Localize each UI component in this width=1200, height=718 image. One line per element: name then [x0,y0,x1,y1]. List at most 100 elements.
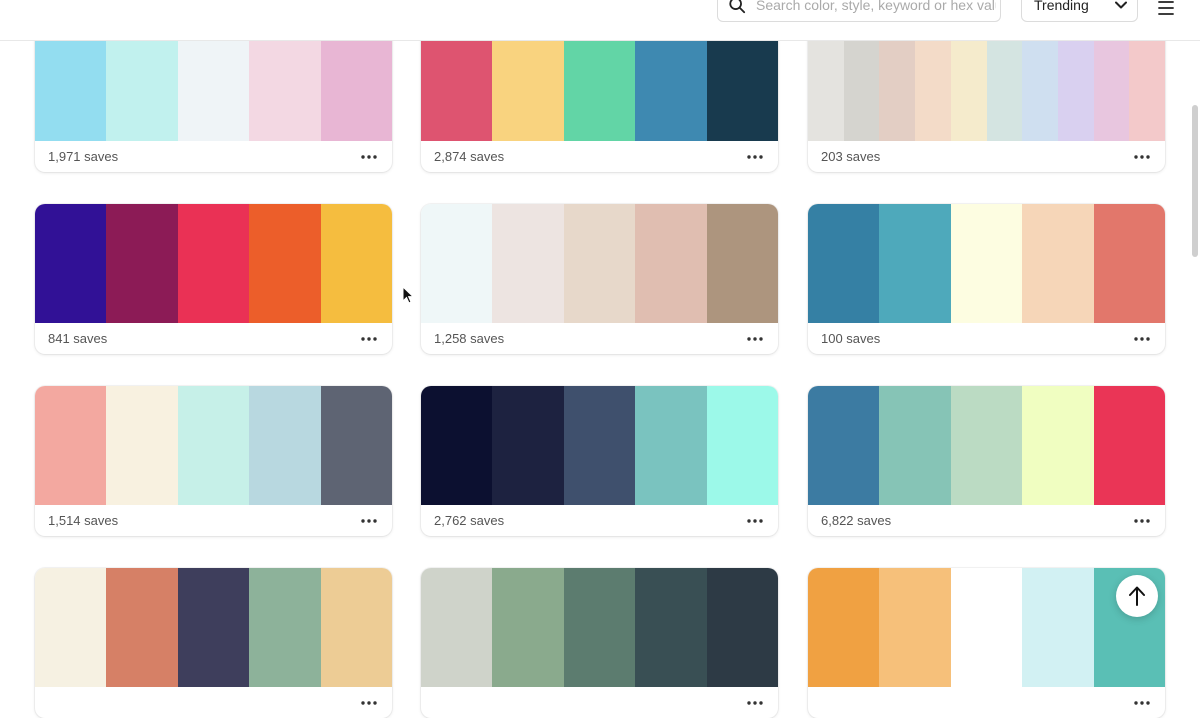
color-swatch[interactable] [950,204,1023,323]
color-swatch[interactable] [492,568,564,687]
more-options-icon[interactable] [359,334,379,344]
color-swatch[interactable] [421,568,493,687]
color-swatch[interactable] [563,568,636,687]
color-swatch[interactable] [808,386,880,505]
saves-count: 2,874 saves [434,149,505,164]
more-options-icon[interactable] [1132,516,1152,526]
color-swatch[interactable] [1022,204,1094,323]
scrollbar-thumb[interactable] [1192,105,1198,257]
color-swatch[interactable] [177,204,250,323]
color-swatch[interactable] [563,204,636,323]
palette-footer [421,687,778,718]
color-swatch[interactable] [320,386,392,505]
palette-footer: 841 saves [35,323,392,354]
palette-swatches [421,386,778,505]
more-options-icon[interactable] [1132,698,1152,708]
palette-footer: 6,822 saves [808,505,1165,536]
chevron-down-icon [1115,1,1127,9]
palette-card[interactable]: 1,971 saves [35,22,392,172]
saves-count: 1,514 saves [48,513,119,528]
more-options-icon[interactable] [745,698,765,708]
color-swatch[interactable] [950,386,1023,505]
color-swatch[interactable] [1093,204,1165,323]
color-swatch[interactable] [1022,568,1094,687]
palette-card[interactable]: 100 saves [808,204,1165,354]
color-swatch[interactable] [249,568,321,687]
hamburger-menu-icon[interactable] [1157,0,1175,16]
color-swatch[interactable] [635,386,707,505]
saves-count: 1,258 saves [434,331,505,346]
color-swatch[interactable] [35,568,107,687]
palette-footer: 100 saves [808,323,1165,354]
palette-card[interactable] [808,568,1165,718]
palette-swatches [808,204,1165,323]
color-swatch[interactable] [879,568,951,687]
palette-card[interactable]: 1,258 saves [421,204,778,354]
color-swatch[interactable] [35,204,107,323]
more-options-icon[interactable] [1132,152,1152,162]
color-swatch[interactable] [106,568,178,687]
saves-count: 841 saves [48,331,108,346]
sort-select[interactable]: Trending [1021,0,1138,22]
palette-swatches [421,204,778,323]
saves-count: 2,762 saves [434,513,505,528]
palette-card[interactable]: 1,514 saves [35,386,392,536]
color-swatch[interactable] [808,568,880,687]
more-options-icon[interactable] [359,516,379,526]
saves-count: 6,822 saves [821,513,892,528]
search-box[interactable] [717,0,1001,22]
color-swatch[interactable] [106,204,178,323]
arrow-up-icon [1129,586,1145,606]
color-swatch[interactable] [320,204,392,323]
more-options-icon[interactable] [1132,334,1152,344]
palette-card[interactable] [421,568,778,718]
color-swatch[interactable] [879,386,951,505]
palette-swatches [35,568,392,687]
color-swatch[interactable] [177,386,250,505]
palette-card[interactable]: 2,874 saves [421,22,778,172]
palette-card[interactable]: 841 saves [35,204,392,354]
color-swatch[interactable] [706,204,778,323]
palette-card[interactable]: 203 saves [808,22,1165,172]
color-swatch[interactable] [177,568,250,687]
color-swatch[interactable] [421,386,493,505]
color-swatch[interactable] [421,204,493,323]
more-options-icon[interactable] [359,698,379,708]
color-swatch[interactable] [1022,386,1094,505]
palette-card[interactable] [35,568,392,718]
palette-footer: 1,971 saves [35,141,392,172]
palette-card[interactable]: 6,822 saves [808,386,1165,536]
color-swatch[interactable] [492,204,564,323]
back-to-top-button[interactable] [1116,575,1158,617]
palette-swatches [421,568,778,687]
color-swatch[interactable] [879,204,951,323]
color-swatch[interactable] [35,386,107,505]
more-options-icon[interactable] [359,152,379,162]
top-bar: Trending [0,0,1200,41]
search-icon [729,0,746,14]
more-options-icon[interactable] [745,152,765,162]
search-input[interactable] [754,0,998,14]
more-options-icon[interactable] [745,516,765,526]
palette-footer [35,687,392,718]
color-swatch[interactable] [563,386,636,505]
color-swatch[interactable] [635,568,707,687]
color-swatch[interactable] [249,204,321,323]
palette-swatches [808,386,1165,505]
color-swatch[interactable] [706,568,778,687]
color-swatch[interactable] [706,386,778,505]
color-swatch[interactable] [635,204,707,323]
color-swatch[interactable] [249,386,321,505]
more-options-icon[interactable] [745,334,765,344]
color-swatch[interactable] [492,386,564,505]
mouse-cursor-icon [402,286,414,304]
color-swatch[interactable] [106,386,178,505]
saves-count: 1,971 saves [48,149,119,164]
color-swatch[interactable] [808,204,880,323]
sort-select-label: Trending [1034,0,1089,13]
color-swatch[interactable] [950,568,1023,687]
palette-card[interactable]: 2,762 saves [421,386,778,536]
color-swatch[interactable] [1093,386,1165,505]
color-swatch[interactable] [320,568,392,687]
palette-footer: 2,874 saves [421,141,778,172]
